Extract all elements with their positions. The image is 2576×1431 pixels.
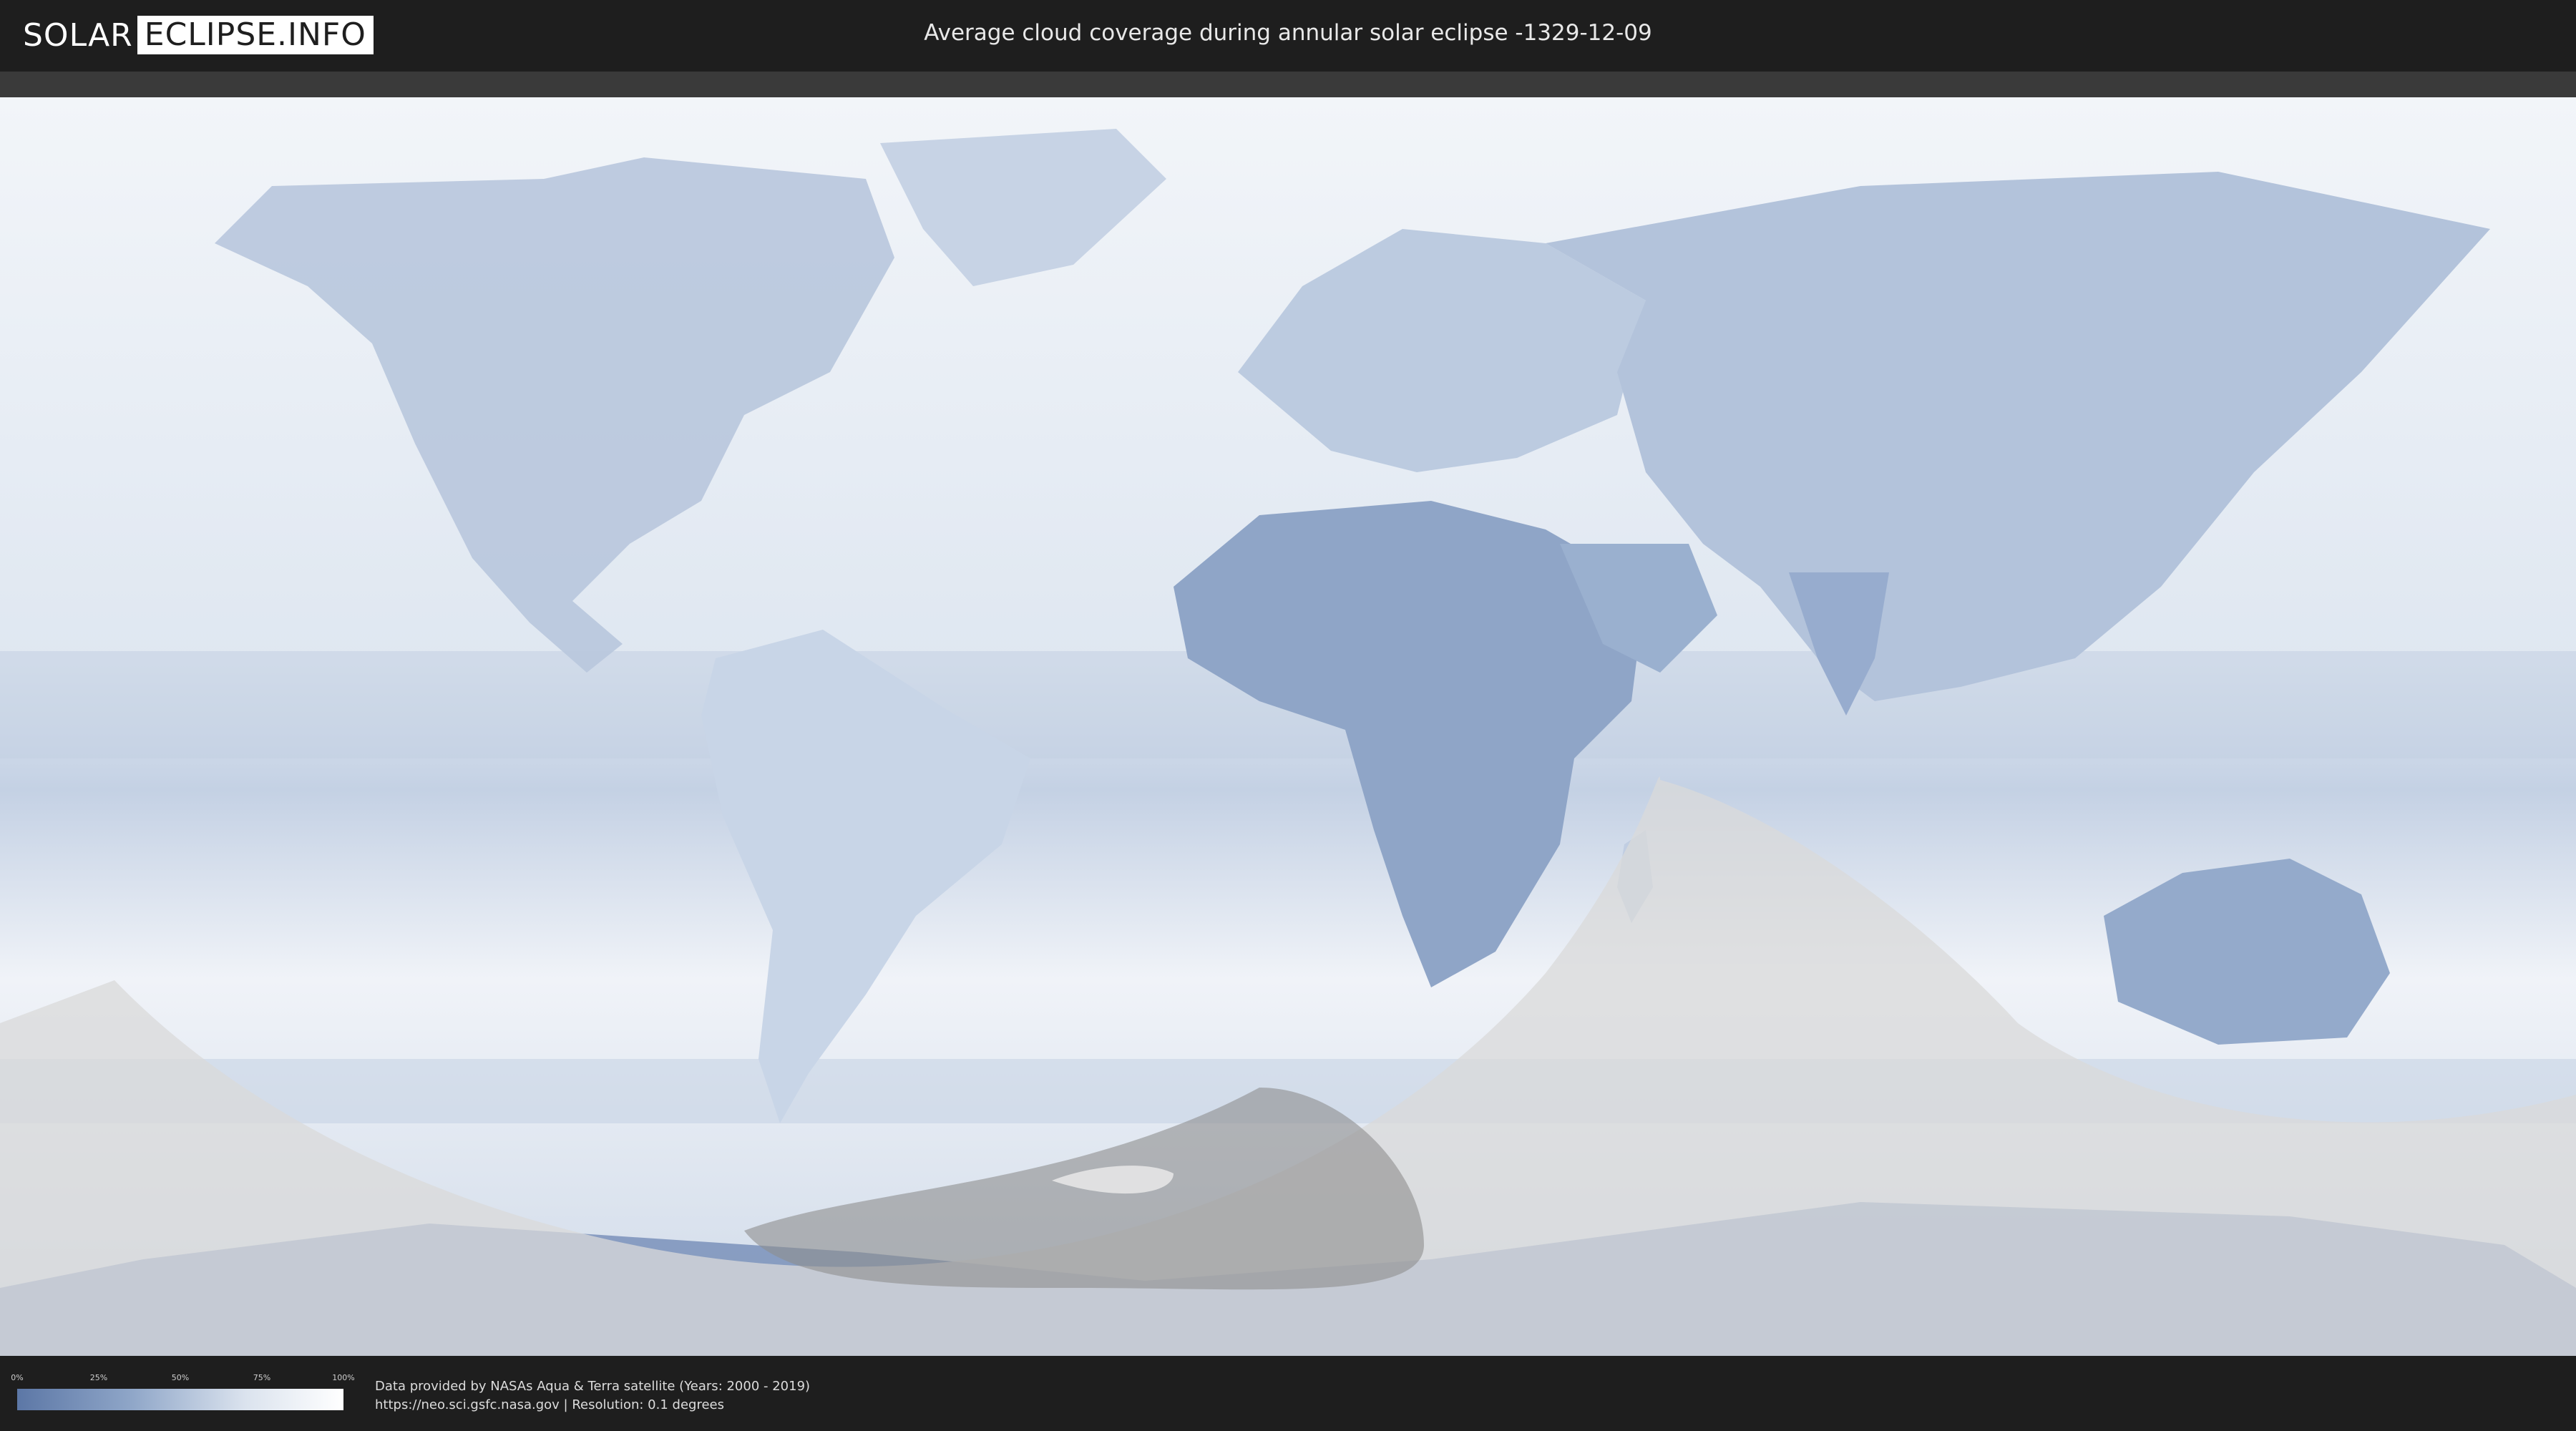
legend-tick-75: 75%	[253, 1373, 271, 1382]
legend-color-bar	[17, 1389, 343, 1410]
data-credits: Data provided by NASAs Aqua & Terra sate…	[375, 1377, 810, 1415]
map-svg	[0, 97, 2576, 1356]
cloud-legend: 0% 25% 50% 75% 100%	[11, 1373, 355, 1410]
footer-bar: 0% 25% 50% 75% 100% Data provided by NAS…	[0, 1356, 2576, 1431]
legend-ticks: 0% 25% 50% 75% 100%	[11, 1373, 354, 1386]
credit-line-2[interactable]: https://neo.sci.gsfc.nasa.gov | Resoluti…	[375, 1396, 810, 1415]
legend-tick-50: 50%	[171, 1373, 190, 1382]
legend-tick-100: 100%	[332, 1373, 355, 1382]
credit-line-1: Data provided by NASAs Aqua & Terra sate…	[375, 1379, 811, 1394]
world-map	[0, 72, 2576, 1356]
legend-tick-25: 25%	[89, 1373, 108, 1382]
header-bar: SOLAR ECLIPSE.INFO Average cloud coverag…	[0, 0, 2576, 72]
page-title: Average cloud coverage during annular so…	[924, 20, 1652, 46]
legend-tick-0: 0%	[11, 1373, 24, 1382]
